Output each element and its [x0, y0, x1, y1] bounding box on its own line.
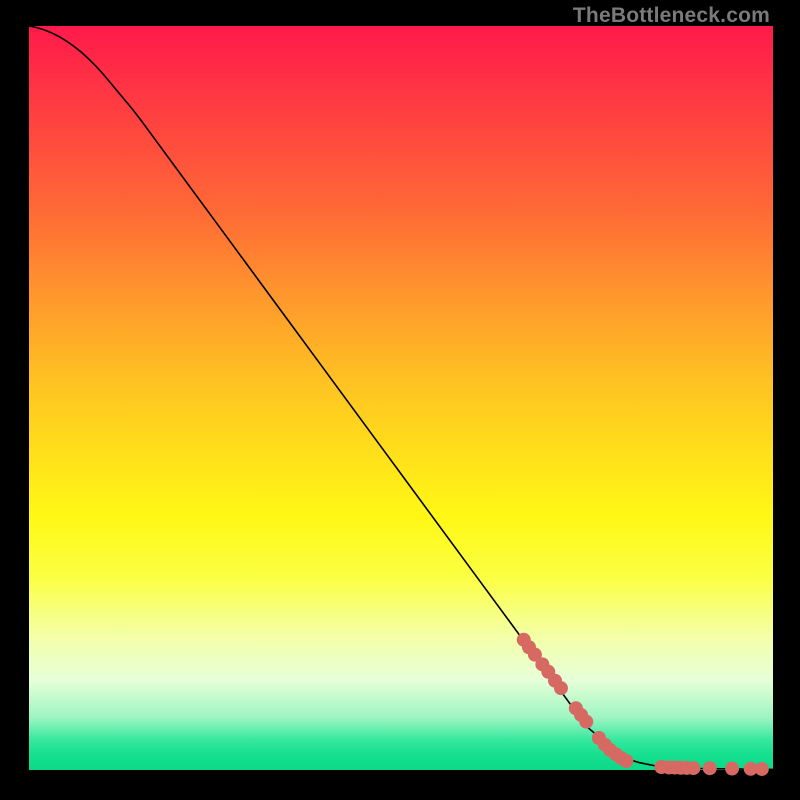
data-dot: [554, 681, 568, 695]
data-dot: [755, 762, 769, 776]
chart-stage: TheBottleneck.com: [0, 0, 800, 800]
attribution-text: TheBottleneck.com: [573, 4, 770, 28]
data-dots: [517, 633, 769, 776]
data-dot: [579, 715, 593, 729]
plot-area: [29, 26, 773, 770]
data-dot: [703, 761, 717, 775]
data-dot: [725, 762, 739, 776]
bottleneck-curve: [29, 26, 773, 769]
data-dot: [619, 754, 633, 768]
data-dot: [686, 761, 700, 775]
curve-svg: [29, 26, 773, 770]
